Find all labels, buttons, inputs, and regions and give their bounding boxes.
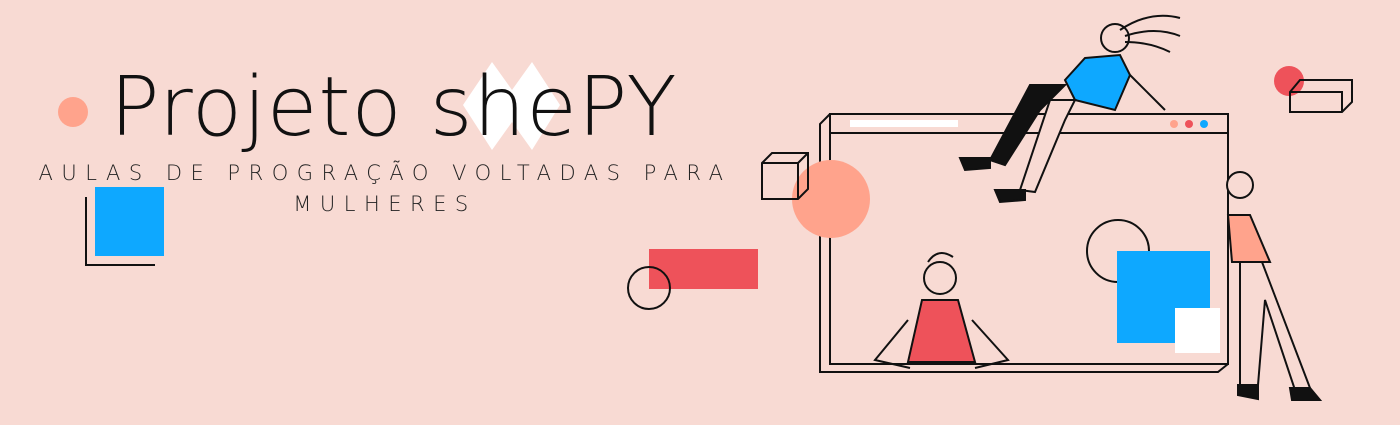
banner-subtitle: AULAS DE PROGRAÇÃO VOLTADAS PARA MULHERE… xyxy=(30,158,740,220)
red-rectangle xyxy=(649,249,758,289)
salmon-dot xyxy=(58,97,88,127)
subtitle-line-2: MULHERES xyxy=(293,192,477,216)
banner-title: Projeto shePY xyxy=(110,60,678,155)
salmon-circle xyxy=(792,160,870,238)
subtitle-line-1: AULAS DE PROGRAÇÃO VOLTADAS PARA xyxy=(38,161,732,185)
woman-sitting-figure xyxy=(958,14,1181,204)
man-in-window-figure xyxy=(873,252,1010,369)
white-square xyxy=(1175,308,1220,353)
person-standing-figure xyxy=(1226,171,1323,401)
